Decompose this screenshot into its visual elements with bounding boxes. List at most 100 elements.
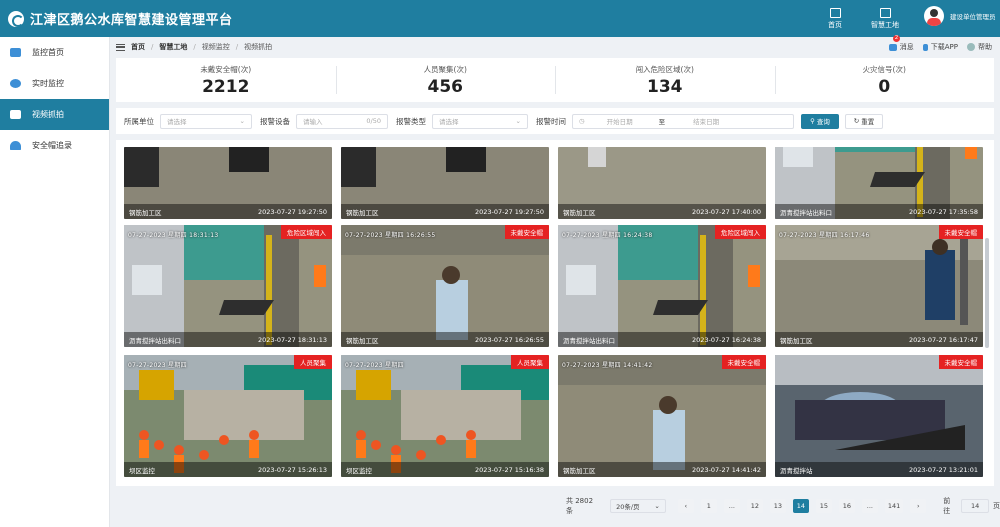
stat-label: 火灾信号(次) bbox=[862, 64, 906, 74]
sidebar-item-video-snapshot[interactable]: 视频抓拍 bbox=[0, 99, 109, 130]
snapshot-card[interactable]: 07-27-2023 星期四 16:17:46 未戴安全帽钢筋加工区 2023-07… bbox=[775, 225, 983, 347]
download-app-button[interactable]: 下载APP bbox=[922, 42, 958, 52]
help-icon bbox=[967, 43, 975, 51]
snapshot-time: 2023-07-27 17:40:00 bbox=[691, 207, 761, 216]
time-label: 报警时间 bbox=[536, 116, 566, 126]
grid-scrollbar[interactable] bbox=[985, 238, 989, 348]
page-button[interactable]: 14 bbox=[792, 499, 809, 513]
snapshot-time: 2023-07-27 16:17:47 bbox=[908, 335, 978, 344]
message-button[interactable]: 2 消息 bbox=[888, 35, 914, 52]
camera-icon bbox=[10, 79, 21, 88]
breadcrumb-item[interactable]: 智慧工地 bbox=[159, 42, 187, 52]
page-button[interactable]: 16 bbox=[838, 499, 855, 513]
breadcrumb-item[interactable]: 首页 bbox=[131, 42, 145, 52]
alarm-tag: 危险区域闯入 bbox=[281, 225, 332, 239]
pagination: 共 2802 条 20条/页 ⌄ ‹ 1... 12 13 14 15 16... 141 … bbox=[566, 497, 1000, 515]
snapshot-card[interactable]: 07-27-2023 星期四 16:24:38 危险区域闯入 沥青搅拌站出料口 202… bbox=[558, 225, 766, 347]
stat-value: 2212 bbox=[202, 76, 250, 97]
device-label: 报警设备 bbox=[260, 116, 290, 126]
start-date-input[interactable]: 开始日期 bbox=[607, 116, 633, 126]
snapshot-location: 坝区监控 bbox=[129, 466, 155, 475]
download-label: 下载APP bbox=[930, 43, 958, 51]
snapshot-card[interactable]: 07-27-2023 星期四 人员聚集 坝区监控 2023-07-27 15:16:3… bbox=[341, 355, 549, 477]
sidebar-item-label: 安全帽追录 bbox=[32, 141, 72, 150]
next-page-button[interactable]: › bbox=[910, 499, 927, 513]
page-size-value: 20条/页 bbox=[616, 503, 640, 511]
user-name: 建设单位管理员 bbox=[950, 13, 996, 21]
goto-label: 前往 bbox=[943, 497, 951, 515]
top-nav-home-label: 首页 bbox=[828, 20, 842, 29]
page-button[interactable]: 141 bbox=[884, 499, 904, 513]
page-ellipsis[interactable]: ... bbox=[723, 499, 740, 513]
stat-fire: 火灾信号(次) 0 bbox=[774, 58, 995, 102]
sidebar-item-label: 监控首页 bbox=[32, 48, 64, 57]
snapshot-card[interactable]: 07-27-2023 星期四 14:41:42 未戴安全帽 钢筋加工区 2023-07… bbox=[558, 355, 766, 477]
unit-label: 所属单位 bbox=[124, 116, 154, 126]
snapshot-card[interactable]: 07-27-2023 星期四 人员聚集 坝区监控 2023-07-27 15:26:1… bbox=[124, 355, 332, 477]
type-placeholder: 请选择 bbox=[439, 118, 459, 126]
breadcrumb: 首页 / 智慧工地 / 视频监控 / 视频抓拍 2 消息 下载APP 帮助 bbox=[110, 35, 1000, 57]
goto-suffix: 页 bbox=[993, 502, 1000, 510]
snapshot-image bbox=[341, 355, 549, 477]
snapshot-card[interactable]: 钢筋加工区 2023-07-27 17:40:00 bbox=[558, 147, 766, 219]
unit-select[interactable]: 请选择 ⌄ bbox=[160, 113, 252, 129]
page-button[interactable]: 13 bbox=[769, 499, 786, 513]
top-nav-smart-site[interactable]: 智慧工地 bbox=[862, 0, 908, 37]
alarm-tag: 未戴安全帽 bbox=[938, 225, 983, 239]
snapshot-location: 钢筋加工区 bbox=[780, 336, 813, 345]
date-range-separator: 至 bbox=[658, 118, 666, 126]
sidebar-item-monitor-home[interactable]: 监控首页 bbox=[0, 37, 109, 68]
unit-placeholder: 请选择 bbox=[167, 118, 187, 126]
snapshot-card[interactable]: 07-27-2023 星期四 18:31:13 危险区域闯入 沥青搅拌站出料口 202… bbox=[124, 225, 332, 347]
snapshot-location: 钢筋加工区 bbox=[563, 466, 596, 475]
sidebar: 监控首页 实时监控 视频抓拍 安全帽追录 bbox=[0, 37, 110, 527]
snapshot-caption: 坝区监控 2023-07-27 15:16:38 bbox=[341, 462, 549, 477]
breadcrumb-item[interactable]: 视频监控 bbox=[202, 42, 230, 52]
snapshot-caption: 钢筋加工区 2023-07-27 19:27:50 bbox=[124, 204, 332, 219]
menu-toggle-icon[interactable] bbox=[116, 43, 125, 51]
snapshot-card[interactable]: 未戴安全帽 沥青搅拌站 2023-07-27 13:21:01 bbox=[775, 355, 983, 477]
snapshot-location: 沥青搅拌站 bbox=[780, 466, 813, 475]
snapshot-location: 钢筋加工区 bbox=[129, 208, 162, 217]
end-date-input[interactable]: 结束日期 bbox=[693, 116, 719, 126]
snapshot-time: 2023-07-27 19:27:50 bbox=[257, 207, 327, 216]
stat-label: 未戴安全帽(次) bbox=[200, 64, 252, 74]
snapshot-card[interactable]: 钢筋加工区 2023-07-27 19:27:50 bbox=[124, 147, 332, 219]
camera-timestamp-overlay: 07-27-2023 星期四 bbox=[345, 362, 404, 369]
type-select[interactable]: 请选择 ⌄ bbox=[432, 113, 528, 129]
snapshot-location: 钢筋加工区 bbox=[346, 208, 379, 217]
page-size-select[interactable]: 20条/页 ⌄ bbox=[610, 499, 666, 513]
user-menu[interactable]: 建设单位管理员 bbox=[924, 6, 996, 26]
home-icon bbox=[829, 7, 841, 18]
snapshot-card[interactable]: 07-27-2023 星期四 16:26:55 未戴安全帽 钢筋加工区 2023-07… bbox=[341, 225, 549, 347]
device-input[interactable]: 请输入 0/50 bbox=[296, 113, 388, 129]
alarm-tag: 危险区域闯入 bbox=[715, 225, 766, 239]
goto-page-input[interactable]: 14 bbox=[961, 499, 989, 513]
device-char-count: 0/50 bbox=[366, 117, 381, 125]
clock-icon: ◷ bbox=[579, 117, 585, 125]
reset-button[interactable]: ↻ 重置 bbox=[845, 113, 883, 129]
sidebar-item-live-monitor[interactable]: 实时监控 bbox=[0, 68, 109, 99]
snapshot-card[interactable]: 沥青搅拌站出料口 2023-07-27 17:35:58 bbox=[775, 147, 983, 219]
snapshot-caption: 钢筋加工区 2023-07-27 16:26:55 bbox=[341, 332, 549, 347]
page-button[interactable]: 1 bbox=[700, 499, 717, 513]
page-button[interactable]: 15 bbox=[815, 499, 832, 513]
help-button[interactable]: 帮助 bbox=[967, 42, 992, 52]
page-ellipsis[interactable]: ... bbox=[861, 499, 878, 513]
snapshot-time: 2023-07-27 16:24:38 bbox=[691, 335, 761, 344]
snapshot-caption: 沥青搅拌站出料口 2023-07-27 18:31:13 bbox=[124, 332, 332, 347]
phone-icon bbox=[922, 43, 928, 51]
chevron-down-icon: ⌄ bbox=[515, 117, 521, 125]
page-button[interactable]: 12 bbox=[746, 499, 763, 513]
prev-page-button[interactable]: ‹ bbox=[677, 499, 694, 513]
camera-timestamp-overlay: 07-27-2023 星期四 16:17:46 bbox=[779, 232, 870, 239]
search-button[interactable]: ⚲ 查询 bbox=[801, 113, 839, 129]
snapshot-card[interactable]: 钢筋加工区 2023-07-27 19:27:50 bbox=[341, 147, 549, 219]
top-nav-smart-site-label: 智慧工地 bbox=[871, 20, 899, 29]
reset-button-label: 重置 bbox=[861, 118, 875, 126]
date-range-picker[interactable]: ◷ 开始日期 至 结束日期 bbox=[572, 113, 794, 129]
snapshot-image bbox=[124, 225, 332, 347]
top-nav-home[interactable]: 首页 bbox=[812, 0, 858, 37]
sidebar-item-helmet-record[interactable]: 安全帽追录 bbox=[0, 130, 109, 161]
avatar bbox=[924, 6, 944, 26]
